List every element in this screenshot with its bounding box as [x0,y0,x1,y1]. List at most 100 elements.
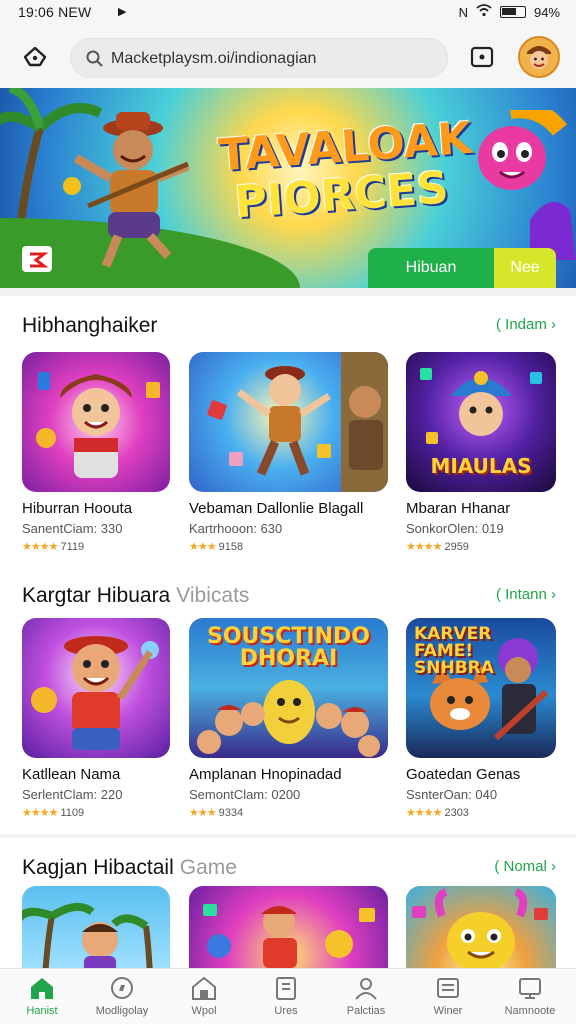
star-rating-icon: ★★★ [189,807,217,819]
section-more-link[interactable]: ( Indam › [496,316,556,333]
app-card[interactable]: MIAULAS Mbaran Hhanar SonkorOlen: 019 ★★… [406,352,556,553]
nav-item-explore[interactable]: Modligolay [82,969,162,1024]
nav-label: Namnoote [504,1005,556,1017]
section-title: Hibhanghaiker [22,314,157,338]
nav-item-notifications[interactable]: Namnoote [490,969,570,1024]
section-title: Kargtar Hibuara Vibicats [22,584,249,608]
app-name: Katllean Nama [22,766,121,783]
app-art: KARVER FAME! SNHBRA [406,618,556,758]
nav-item-cards[interactable]: Winer [408,969,488,1024]
play-icon: ▶ [118,6,127,18]
star-rating-icon: ★★★ [189,541,217,553]
section-subtitle: Game [179,856,237,879]
app-art: SOUSCTINDO DHORAI [189,618,388,758]
pirate-kid-illustration [31,636,159,750]
monitor-icon [519,978,541,999]
app-developer: SsnterOan: 040 [406,787,498,802]
nav-label: Hanist [26,1005,58,1017]
app-name: Amplanan Hnopinadad [189,766,342,783]
nav-label: Ures [274,1005,298,1017]
house-icon [192,976,216,1000]
brand-badge [22,246,52,272]
book-icon [276,977,296,1000]
section-more-link[interactable]: ( Nomal › [494,858,556,875]
app-rating: ★★★ 9158 [189,540,388,553]
scan-button[interactable] [468,43,496,71]
nav-label: Modligolay [95,1005,149,1017]
nav-item-home[interactable]: Hanist [2,969,82,1024]
runner-character-illustration [207,352,388,492]
star-rating-icon: ★★★★ [22,807,58,819]
app-developer: SerlentClam: 220 [22,787,123,802]
search-icon [86,50,103,67]
person-icon [355,978,377,1000]
bottom-navigation: Hanist Modligolay Wpol Ures Palctias Win… [0,968,576,1024]
search-bar[interactable]: Macketplaysm.oi/indionagian [70,38,448,78]
app-developer: SanentCiam: 330 [22,521,123,536]
nav-label: Wpol [191,1005,217,1017]
logo-icon [30,252,49,268]
section-more-link[interactable]: ( Intann › [496,586,556,603]
top-bar: Macketplaysm.oi/indionagian [0,26,576,88]
banner-secondary-button[interactable]: Nee [494,248,556,288]
app-developer: SemontClam: 0200 [189,787,301,802]
rating-count: 2959 [444,541,469,553]
app-rating: ★★★★ 2959 [406,540,556,553]
avatar[interactable] [518,36,560,78]
rating-count: 7119 [60,541,85,553]
home-button[interactable] [18,40,52,74]
rating-count: 9334 [218,807,244,819]
nav-label: Palctias [346,1005,386,1017]
rating-count: 1109 [60,807,85,819]
app-art-logo: MIAULAS [430,454,532,478]
app-name: Hiburran Hoouta [22,500,133,517]
app-art [22,352,170,492]
pink-monster-illustration [478,110,576,260]
kid-character-illustration [36,372,160,478]
app-name: Goatedan Genas [406,766,521,783]
section-title-text: Kargtar Hibuara [22,584,171,607]
app-art-logo: KARVER FAME! SNHBRA [414,624,494,678]
app-card[interactable]: SOUSCTINDO DHORAI Amplanan Hnopinadad Se… [189,618,388,819]
nav-label: Winer [433,1005,463,1017]
star-rating-icon: ★★★★ [406,807,442,819]
app-art-logo: SOUSCTINDO DHORAI [207,624,370,671]
section-title-text: Kagjan Hibactail [22,856,174,879]
banner-title: TAVALOAK PIORCES [217,113,474,229]
app-art [22,618,170,758]
star-rating-icon: ★★★★ [406,541,442,553]
app-rating: ★★★★ 1109 [22,806,170,819]
search-input[interactable]: Macketplaysm.oi/indionagian [111,50,316,68]
app-section-1: Hibhanghaiker ( Indam › Hiburran Hoouta … [0,296,576,566]
app-section-3: Kagjan Hibactail Game ( Nomal › [0,838,576,1024]
app-art: MIAULAS [406,352,556,492]
app-rating: ★★★★ 2303 [406,806,556,819]
app-section-2: Kargtar Hibuara Vibicats ( Intann › Katll… [0,566,576,834]
status-bar: 19:06 NEW ▶ N 94% [0,0,576,26]
app-card[interactable]: Hiburran Hoouta SanentCiam: 330 ★★★★ 7119 [22,352,170,553]
app-card[interactable]: Katllean Nama SerlentClam: 220 ★★★★ 1109 [22,618,170,819]
nav-item-profile[interactable]: Palctias [326,969,406,1024]
app-developer: SonkorOlen: 019 [406,521,504,536]
app-developer: Kartrhooon: 630 [189,521,283,536]
app-rating: ★★★★ 7119 [22,540,170,553]
scan-icon [470,46,494,68]
app-card[interactable]: KARVER FAME! SNHBRA Goatedan Genas Ssnte… [406,618,556,819]
featured-banner[interactable]: TAVALOAK PIORCES Hibuan Nee [0,88,576,288]
compass-icon [111,977,133,999]
wifi-icon [476,4,492,20]
status-time: 19:06 NEW [18,4,92,20]
rating-count: 9158 [218,541,244,553]
battery-level: 94% [533,4,560,20]
hero-character-illustration [63,112,190,268]
nav-item-books[interactable]: Ures [246,969,326,1024]
banner-primary-button[interactable]: Hibuan [368,248,494,288]
section-subtitle: Vibicats [176,584,250,607]
rating-count: 2303 [444,807,469,819]
nav-item-games[interactable]: Wpol [164,969,244,1024]
app-card[interactable]: Vebaman Dallonlie Blagall Kartrhooon: 63… [189,352,388,553]
app-name: Vebaman Dallonlie Blagall [189,500,364,517]
section-title: Kagjan Hibactail Game [22,856,237,880]
profile-avatar-icon [520,38,558,76]
star-rating-icon: ★★★★ [22,541,58,553]
